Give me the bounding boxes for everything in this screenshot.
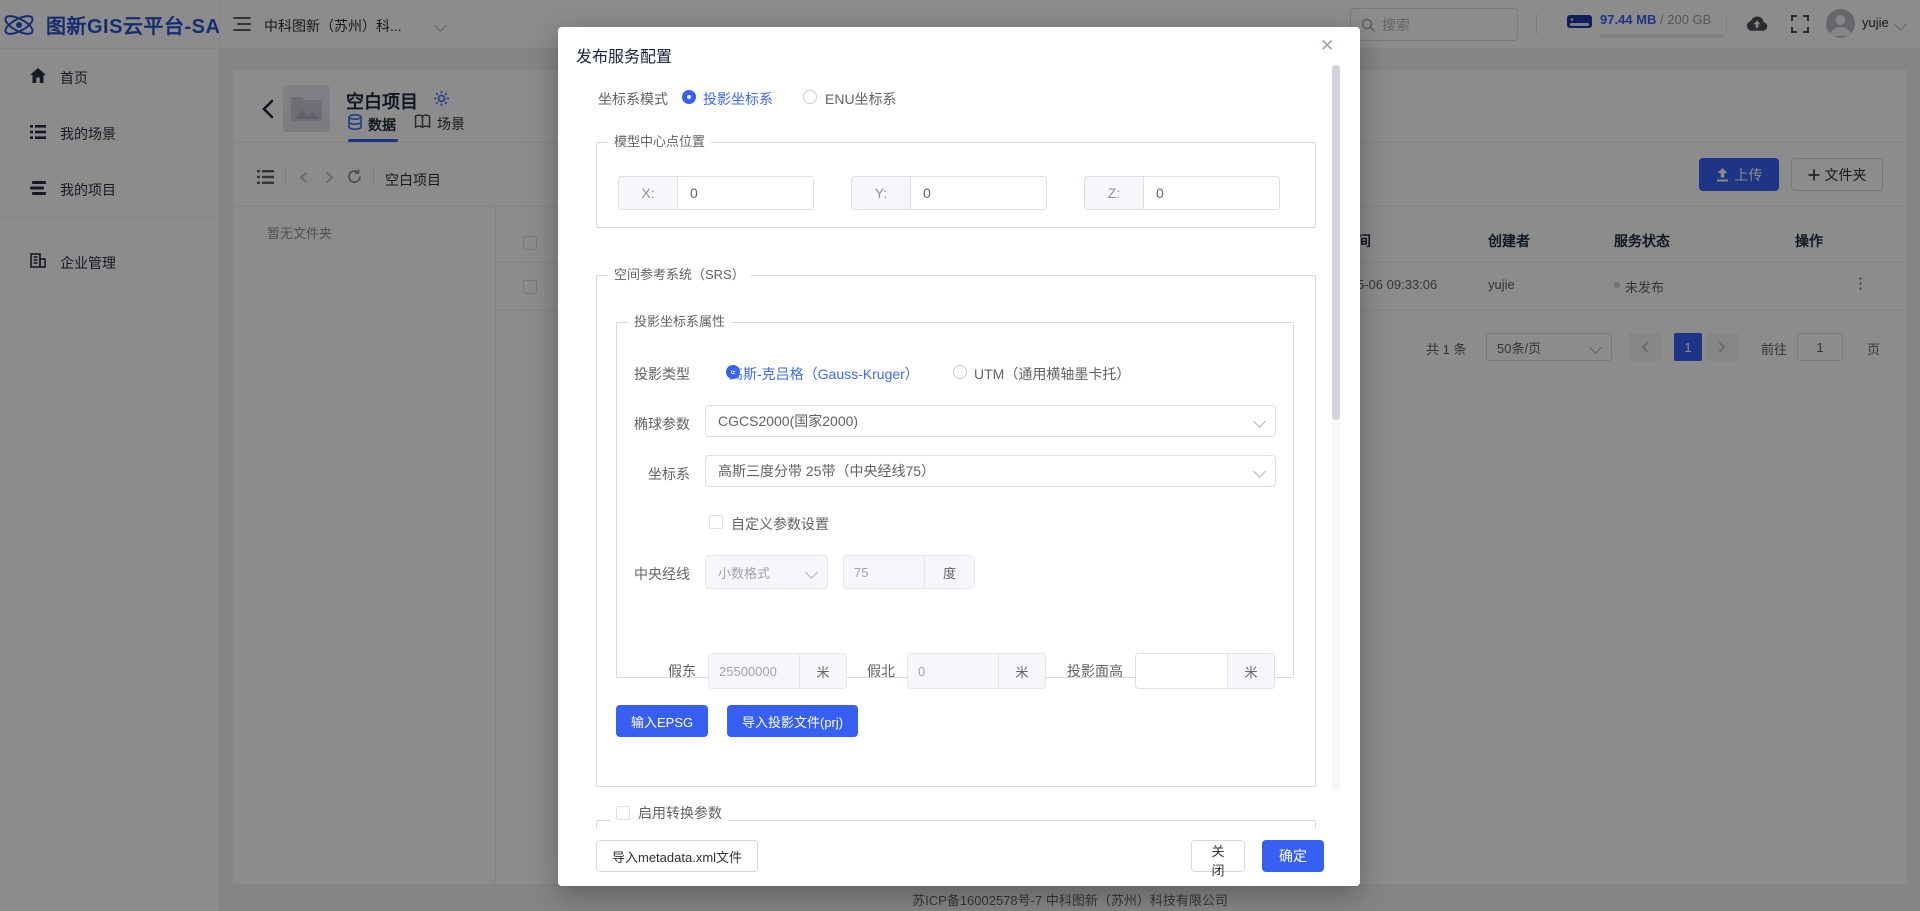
false-northing-label: 假北 <box>867 661 895 681</box>
close-icon[interactable]: ✕ <box>1320 36 1334 56</box>
coord-mode-label: 坐标系模式 <box>598 89 668 109</box>
page: 图新GIS云平台-SAAS 中科图新（苏州）科... 97.44 MB / 20… <box>0 0 1920 911</box>
radio-enu-crs[interactable] <box>803 90 817 104</box>
coordsys-value: 高斯三度分带 25带（中央经线75） <box>718 461 935 481</box>
meridian-format-select[interactable]: 小数格式 <box>705 555 828 589</box>
z-label: Z: <box>1085 177 1144 209</box>
meridian-format-value: 小数格式 <box>718 563 770 582</box>
meridian-input[interactable] <box>844 556 924 588</box>
projection-height-field: 米 <box>1135 653 1275 689</box>
coordsys-label: 坐标系 <box>598 464 690 484</box>
false-northing-field: 米 <box>907 653 1046 689</box>
ellipsoid-value: CGCS2000(国家2000) <box>718 411 858 431</box>
publish-service-dialog: 发布服务配置 ✕ 坐标系模式 投影坐标系 ENU坐标系 模型中心点位置 X: Y… <box>558 27 1360 886</box>
projection-height-unit: 米 <box>1227 654 1274 688</box>
custom-params-label[interactable]: 自定义参数设置 <box>731 514 829 534</box>
ellipsoid-select[interactable]: CGCS2000(国家2000) <box>705 405 1276 437</box>
meridian-unit: 度 <box>924 556 974 588</box>
false-easting-unit: 米 <box>799 654 846 688</box>
epsg-button[interactable]: 输入EPSG <box>616 705 708 737</box>
radio-gauss-kruger-label[interactable]: 高斯-克吕格（Gauss-Kruger） <box>729 364 919 384</box>
radio-enu-crs-label[interactable]: ENU坐标系 <box>825 89 897 109</box>
y-field: Y: <box>851 176 1047 210</box>
false-northing-unit: 米 <box>998 654 1045 688</box>
false-easting-field: 米 <box>708 653 847 689</box>
x-label: X: <box>619 177 678 209</box>
projection-height-input[interactable] <box>1136 654 1227 688</box>
projection-type-label: 投影类型 <box>598 364 690 384</box>
radio-projected-crs-label[interactable]: 投影坐标系 <box>703 89 773 109</box>
dialog-title: 发布服务配置 <box>576 43 672 67</box>
y-input[interactable] <box>911 177 1046 209</box>
transform-label[interactable]: 启用转换参数 <box>638 803 722 823</box>
false-easting-label: 假东 <box>668 661 696 681</box>
confirm-button[interactable]: 确定 <box>1262 840 1324 872</box>
false-northing-input[interactable] <box>908 654 998 688</box>
srs-legend: 空间参考系统（SRS） <box>608 267 751 283</box>
radio-utm[interactable] <box>953 365 967 379</box>
import-prj-button[interactable]: 导入投影文件(prj) <box>727 705 858 737</box>
central-meridian-label: 中央经线 <box>598 564 690 584</box>
false-easting-input[interactable] <box>709 654 799 688</box>
center-point-legend: 模型中心点位置 <box>608 134 711 150</box>
modal-scrollbar-thumb[interactable] <box>1332 65 1340 420</box>
projection-props-legend: 投影坐标系属性 <box>628 314 731 330</box>
meridian-field: 度 <box>843 555 975 589</box>
close-button[interactable]: 关闭 <box>1191 840 1245 872</box>
custom-params-checkbox[interactable] <box>709 515 723 529</box>
import-metadata-button[interactable]: 导入metadata.xml文件 <box>596 840 758 872</box>
x-field: X: <box>618 176 814 210</box>
radio-projected-crs[interactable] <box>682 90 696 104</box>
dialog-footer: 导入metadata.xml文件 关闭 确定 <box>558 828 1360 886</box>
chevron-down-icon <box>805 566 818 579</box>
projection-height-label: 投影面高 <box>1067 661 1123 681</box>
transform-checkbox[interactable] <box>616 806 630 820</box>
y-label: Y: <box>852 177 911 209</box>
transform-legend: 启用转换参数 <box>610 803 728 823</box>
coordsys-select[interactable]: 高斯三度分带 25带（中央经线75） <box>705 455 1276 487</box>
x-input[interactable] <box>678 177 813 209</box>
ellipsoid-label: 椭球参数 <box>598 414 690 434</box>
chevron-down-icon <box>1253 465 1266 478</box>
radio-utm-label[interactable]: UTM（通用横轴墨卡托） <box>974 364 1130 384</box>
z-input[interactable] <box>1144 177 1279 209</box>
z-field: Z: <box>1084 176 1280 210</box>
chevron-down-icon <box>1253 415 1266 428</box>
